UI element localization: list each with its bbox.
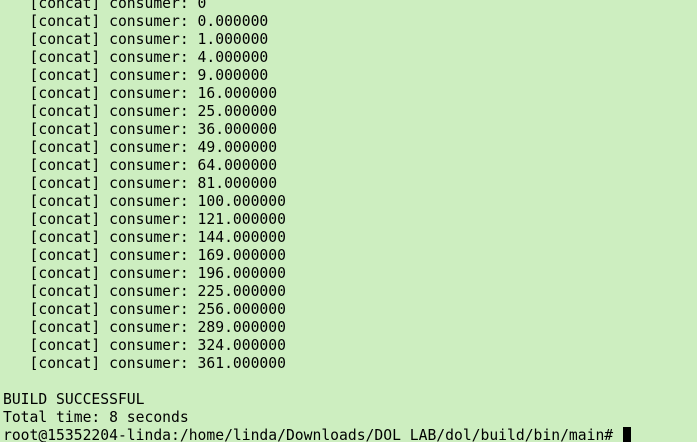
terminal-line: [concat] consumer: 1.000000 — [3, 31, 269, 48]
terminal-line: [concat] consumer: 361.000000 — [3, 355, 286, 372]
prompt-line[interactable]: root@15352204-linda:/home/linda/Download… — [3, 427, 631, 442]
text-cursor[interactable] — [622, 427, 631, 442]
terminal-line: [concat] consumer: 324.000000 — [3, 337, 286, 354]
terminal-line: [concat] consumer: 36.000000 — [3, 121, 278, 138]
terminal-line: [concat] consumer: 225.000000 — [3, 283, 286, 300]
total-time: Total time: 8 seconds — [3, 409, 189, 426]
terminal-line: [concat] consumer: 81.000000 — [3, 175, 278, 192]
terminal-line: [concat] consumer: 49.000000 — [3, 139, 278, 156]
terminal-line-partial: [concat] consumer: 0 — [3, 0, 207, 12]
terminal-line: [concat] consumer: 256.000000 — [3, 301, 286, 318]
terminal-line: [concat] consumer: 289.000000 — [3, 319, 286, 336]
terminal-line: [concat] consumer: 25.000000 — [3, 103, 278, 120]
build-status: BUILD SUCCESSFUL — [3, 391, 145, 408]
terminal-line: [concat] consumer: 144.000000 — [3, 229, 286, 246]
terminal-output: [concat] consumer: 0 [concat] consumer: … — [3, 0, 631, 442]
terminal-line: [concat] consumer: 121.000000 — [3, 211, 286, 228]
terminal-line: [concat] consumer: 64.000000 — [3, 157, 278, 174]
terminal-line: [concat] consumer: 0.000000 — [3, 13, 269, 30]
terminal-line: [concat] consumer: 196.000000 — [3, 265, 286, 282]
terminal-line: [concat] consumer: 100.000000 — [3, 193, 286, 210]
terminal-line: [concat] consumer: 4.000000 — [3, 49, 269, 66]
terminal-line: [concat] consumer: 16.000000 — [3, 85, 278, 102]
terminal-window[interactable]: [concat] consumer: 0 [concat] consumer: … — [0, 0, 697, 442]
terminal-line: [concat] consumer: 9.000000 — [3, 67, 269, 84]
shell-prompt: root@15352204-linda:/home/linda/Download… — [3, 427, 622, 442]
terminal-line: [concat] consumer: 169.000000 — [3, 247, 286, 264]
